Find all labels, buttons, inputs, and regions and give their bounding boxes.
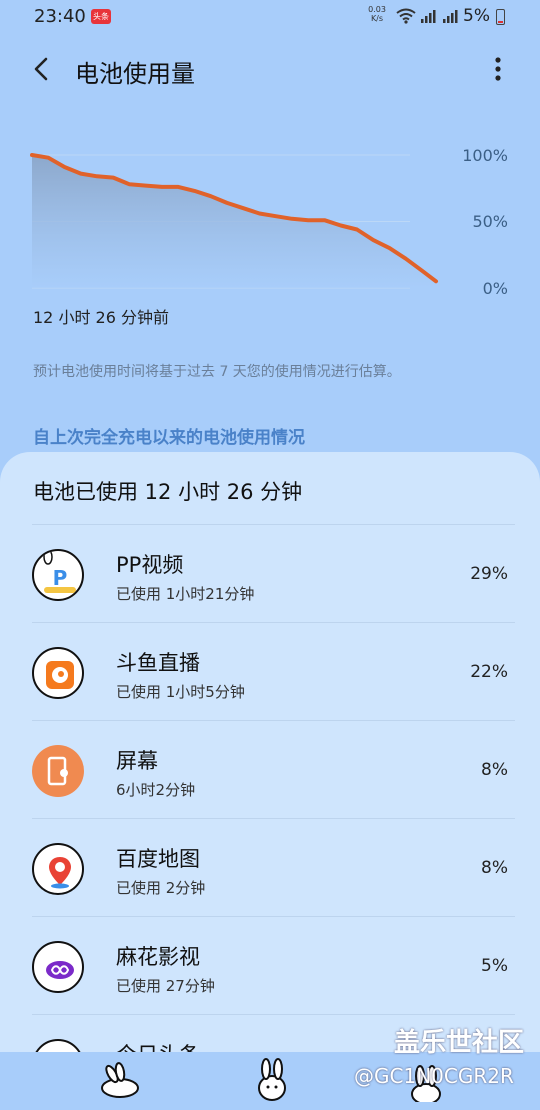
app-usage: 已使用 1小时21分钟 (116, 585, 255, 603)
status-bar: 23:40 头条 0.03 K/s 5% (0, 0, 540, 34)
battery-chart: 100% 50% 0% (0, 140, 540, 310)
x-start-label: 12 小时 26 分钟前 (33, 308, 169, 327)
y-tick-label: 50% (472, 212, 508, 231)
app-name: PP视频 (116, 553, 184, 577)
toutiao-icon (32, 1039, 84, 1052)
baidu-map-icon (32, 843, 84, 895)
y-tick-label: 0% (482, 279, 508, 298)
clock: 23:40 (34, 6, 86, 27)
net-speed: 0.03 K/s (365, 5, 389, 23)
app-bar: 电池使用量 (0, 40, 540, 100)
app-percent: 8% (481, 858, 508, 878)
app-name: 今日头条 (116, 1039, 200, 1052)
app-row-douyu[interactable]: 斗鱼直播 已使用 1小时5分钟 22% (0, 623, 540, 721)
wifi-icon (396, 8, 416, 24)
app-percent: 22% (470, 662, 508, 682)
app-name: 屏幕 (116, 749, 158, 773)
app-name: 百度地图 (116, 847, 200, 871)
mahua-icon (32, 941, 84, 993)
app-usage: 已使用 1小时5分钟 (116, 683, 245, 701)
app-usage: 6小时2分钟 (116, 781, 196, 799)
bunny-lying-icon[interactable] (98, 1058, 142, 1102)
battery-percent: 5% (463, 6, 490, 26)
section-title: 自上次完全充电以来的电池使用情况 (33, 428, 305, 448)
app-name: 斗鱼直播 (116, 651, 200, 675)
total-usage: 电池已使用 12 小时 26 分钟 (33, 480, 303, 504)
back-button[interactable] (26, 52, 58, 86)
app-row-baidu-map[interactable]: 百度地图 已使用 2分钟 8% (0, 819, 540, 917)
svg-text:P: P (53, 566, 68, 590)
app-percent: 29% (470, 564, 508, 584)
net-speed-value: 0.03 (368, 5, 386, 14)
signal-icon (421, 10, 436, 23)
y-tick-label: 100% (462, 146, 508, 165)
watermark-site: 盖乐世社区 (394, 1028, 525, 1058)
app-percent: 5% (481, 956, 508, 976)
usage-card: 电池已使用 12 小时 26 分钟 P PP视频 已使用 1小时21分钟 29%… (0, 452, 540, 1052)
battery-chart-plot (30, 153, 438, 289)
more-options-button[interactable] (484, 54, 512, 86)
douyu-icon (32, 647, 84, 699)
app-percent: 8% (481, 760, 508, 780)
app-name: 麻花影视 (116, 945, 200, 969)
bunny-standing-icon[interactable] (250, 1058, 294, 1102)
battery-icon (496, 9, 505, 25)
signal-4g-icon (443, 10, 458, 23)
pp-video-icon: P (32, 549, 84, 601)
app-row-pp-video[interactable]: P PP视频 已使用 1小时21分钟 29% (0, 525, 540, 623)
screen-icon (32, 745, 84, 797)
net-speed-unit: K/s (370, 14, 384, 23)
app-row-mahua[interactable]: 麻花影视 已使用 27分钟 5% (0, 917, 540, 1015)
app-usage: 已使用 2分钟 (116, 879, 206, 897)
app-row-screen[interactable]: 屏幕 6小时2分钟 8% (0, 721, 540, 819)
watermark-user: @GC1N0CGR2R (354, 1064, 514, 1088)
page-title: 电池使用量 (75, 60, 195, 88)
toutiao-notification-icon: 头条 (91, 9, 111, 24)
estimate-note: 预计电池使用时间将基于过去 7 天您的使用情况进行估算。 (33, 364, 401, 380)
app-usage: 已使用 27分钟 (116, 977, 215, 995)
